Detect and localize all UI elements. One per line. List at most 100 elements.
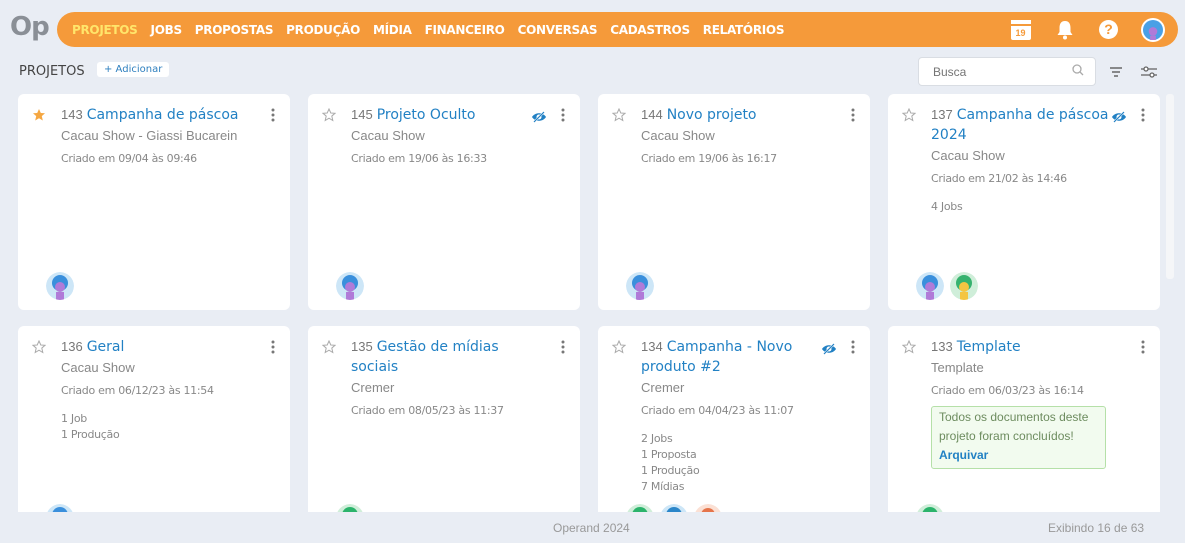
archive-link[interactable]: Arquivar — [939, 448, 988, 462]
project-card[interactable]: 136 Geral Cacau Show Criado em 06/12/23 à… — [18, 326, 290, 512]
project-number: 133 — [931, 339, 953, 354]
star-outline-icon[interactable] — [611, 339, 627, 359]
avatar[interactable] — [950, 272, 978, 300]
kebab-menu-icon[interactable] — [1141, 340, 1145, 359]
kebab-menu-icon[interactable] — [271, 340, 275, 359]
project-client: Cacau Show — [641, 128, 715, 143]
member-avatars — [626, 504, 728, 512]
nav-projetos[interactable]: PROJETOS — [72, 23, 138, 37]
project-card[interactable]: 144 Novo projeto Cacau Show Criado em 19/… — [598, 94, 870, 310]
user-avatar[interactable] — [1139, 16, 1166, 43]
page-title: PROJETOS — [19, 64, 85, 79]
project-card[interactable]: 134 Campanha - Novo produto #2 Cremer Cri… — [598, 326, 870, 512]
star-icon[interactable] — [32, 108, 46, 127]
kebab-menu-icon[interactable] — [1141, 108, 1145, 127]
bell-icon[interactable] — [1051, 16, 1078, 43]
stat-jobs: 1 Job — [61, 412, 87, 425]
project-number: 144 — [641, 107, 663, 122]
calendar-day: 19 — [1015, 27, 1026, 38]
search-icon — [1072, 63, 1084, 81]
stat-midias: 7 Mídias — [641, 480, 685, 493]
nav-financeiro[interactable]: FINANCEIRO — [425, 23, 505, 37]
project-card[interactable]: 145 Projeto Oculto Cacau Show Criado em 1… — [308, 94, 580, 310]
star-outline-icon[interactable] — [901, 107, 917, 127]
avatar[interactable] — [626, 504, 654, 512]
stat-producao: 1 Produção — [61, 428, 120, 441]
nav-producao[interactable]: PRODUÇÃO — [286, 23, 360, 37]
pagination-count: Exibindo 16 de 63 — [1048, 521, 1145, 535]
main-nav: PROJETOS JOBS PROPOSTAS PRODUÇÃO MÍDIA F… — [57, 12, 1178, 47]
project-created: Criado em 19/06 às 16:33 — [351, 152, 487, 165]
project-number: 136 — [61, 339, 83, 354]
sliders-icon[interactable] — [1140, 65, 1158, 83]
logo[interactable]: Op — [10, 12, 50, 42]
member-avatars — [626, 272, 660, 300]
notice-text: Todos os documentos deste projeto foram … — [939, 410, 1089, 443]
avatar[interactable] — [916, 504, 944, 512]
project-created: Criado em 06/03/23 às 16:14 — [931, 384, 1084, 397]
project-name[interactable]: Geral — [87, 339, 125, 355]
avatar[interactable] — [694, 504, 722, 512]
project-client: Cremer — [641, 380, 685, 395]
calendar-icon[interactable]: 19 — [1007, 16, 1034, 43]
project-name[interactable]: Campanha de páscoa — [87, 107, 239, 123]
project-stats: 1 Job 1 Produção — [61, 411, 250, 443]
avatar[interactable] — [46, 504, 74, 512]
nav-midia[interactable]: MÍDIA — [373, 23, 412, 37]
search-input[interactable] — [918, 57, 1096, 86]
project-card[interactable]: 137 Campanha de páscoa 2024 Cacau Show Cr… — [888, 94, 1160, 310]
star-outline-icon[interactable] — [321, 107, 337, 127]
nav-relatorios[interactable]: RELATÓRIOS — [703, 23, 785, 37]
avatar[interactable] — [336, 504, 364, 512]
project-client: Cacau Show — [61, 360, 135, 375]
kebab-menu-icon[interactable] — [851, 108, 855, 127]
avatar[interactable] — [626, 272, 654, 300]
kebab-menu-icon[interactable] — [271, 108, 275, 127]
project-number: 143 — [61, 107, 83, 122]
star-outline-icon[interactable] — [611, 107, 627, 127]
project-name[interactable]: Novo projeto — [667, 107, 757, 123]
project-name[interactable]: Campanha - Novo produto #2 — [641, 339, 792, 375]
project-card[interactable]: 135 Gestão de mídias sociais Cremer Criad… — [308, 326, 580, 512]
nav-propostas[interactable]: PROPOSTAS — [195, 23, 274, 37]
avatar[interactable] — [336, 272, 364, 300]
nav-jobs[interactable]: JOBS — [151, 23, 183, 37]
kebab-menu-icon[interactable] — [561, 108, 565, 127]
project-name[interactable]: Campanha de páscoa 2024 — [931, 107, 1109, 143]
project-name[interactable]: Projeto Oculto — [377, 107, 476, 123]
project-card[interactable]: 143 Campanha de páscoa Cacau Show - Giass… — [18, 94, 290, 310]
project-card[interactable]: 133 Template Template Criado em 06/03/23 … — [888, 326, 1160, 512]
project-name[interactable]: Gestão de mídias sociais — [351, 339, 499, 375]
filter-icon[interactable] — [1109, 65, 1123, 83]
project-client: Cacau Show — [931, 148, 1005, 163]
member-avatars — [46, 272, 80, 300]
project-grid: 143 Campanha de páscoa Cacau Show - Giass… — [18, 94, 1160, 512]
avatar[interactable] — [46, 272, 74, 300]
project-created: Criado em 19/06 às 16:17 — [641, 152, 777, 165]
nav-cadastros[interactable]: CADASTROS — [610, 23, 690, 37]
add-project-button[interactable]: + Adicionar — [97, 62, 170, 77]
avatar[interactable] — [916, 272, 944, 300]
stat-jobs: 2 Jobs — [641, 432, 673, 445]
project-number: 137 — [931, 107, 953, 122]
member-avatars — [336, 504, 370, 512]
kebab-menu-icon[interactable] — [851, 340, 855, 359]
member-avatars — [46, 504, 80, 512]
star-outline-icon[interactable] — [901, 339, 917, 359]
star-outline-icon[interactable] — [31, 339, 47, 359]
footer-copyright: Operand 2024 — [553, 521, 630, 535]
project-created: Criado em 04/04/23 às 11:07 — [641, 404, 794, 417]
scrollbar[interactable] — [1166, 94, 1174, 279]
project-name[interactable]: Template — [957, 339, 1021, 355]
nav-conversas[interactable]: CONVERSAS — [518, 23, 598, 37]
project-created: Criado em 08/05/23 às 11:37 — [351, 404, 504, 417]
member-avatars — [336, 272, 370, 300]
avatar[interactable] — [660, 504, 688, 512]
project-stats: 2 Jobs 1 Proposta 1 Produção 7 Mídias — [641, 431, 830, 495]
help-icon[interactable]: ? — [1095, 16, 1122, 43]
star-outline-icon[interactable] — [321, 339, 337, 359]
project-number: 134 — [641, 339, 663, 354]
kebab-menu-icon[interactable] — [561, 340, 565, 359]
project-client: Template — [931, 360, 984, 375]
project-client: Cacau Show — [351, 128, 425, 143]
